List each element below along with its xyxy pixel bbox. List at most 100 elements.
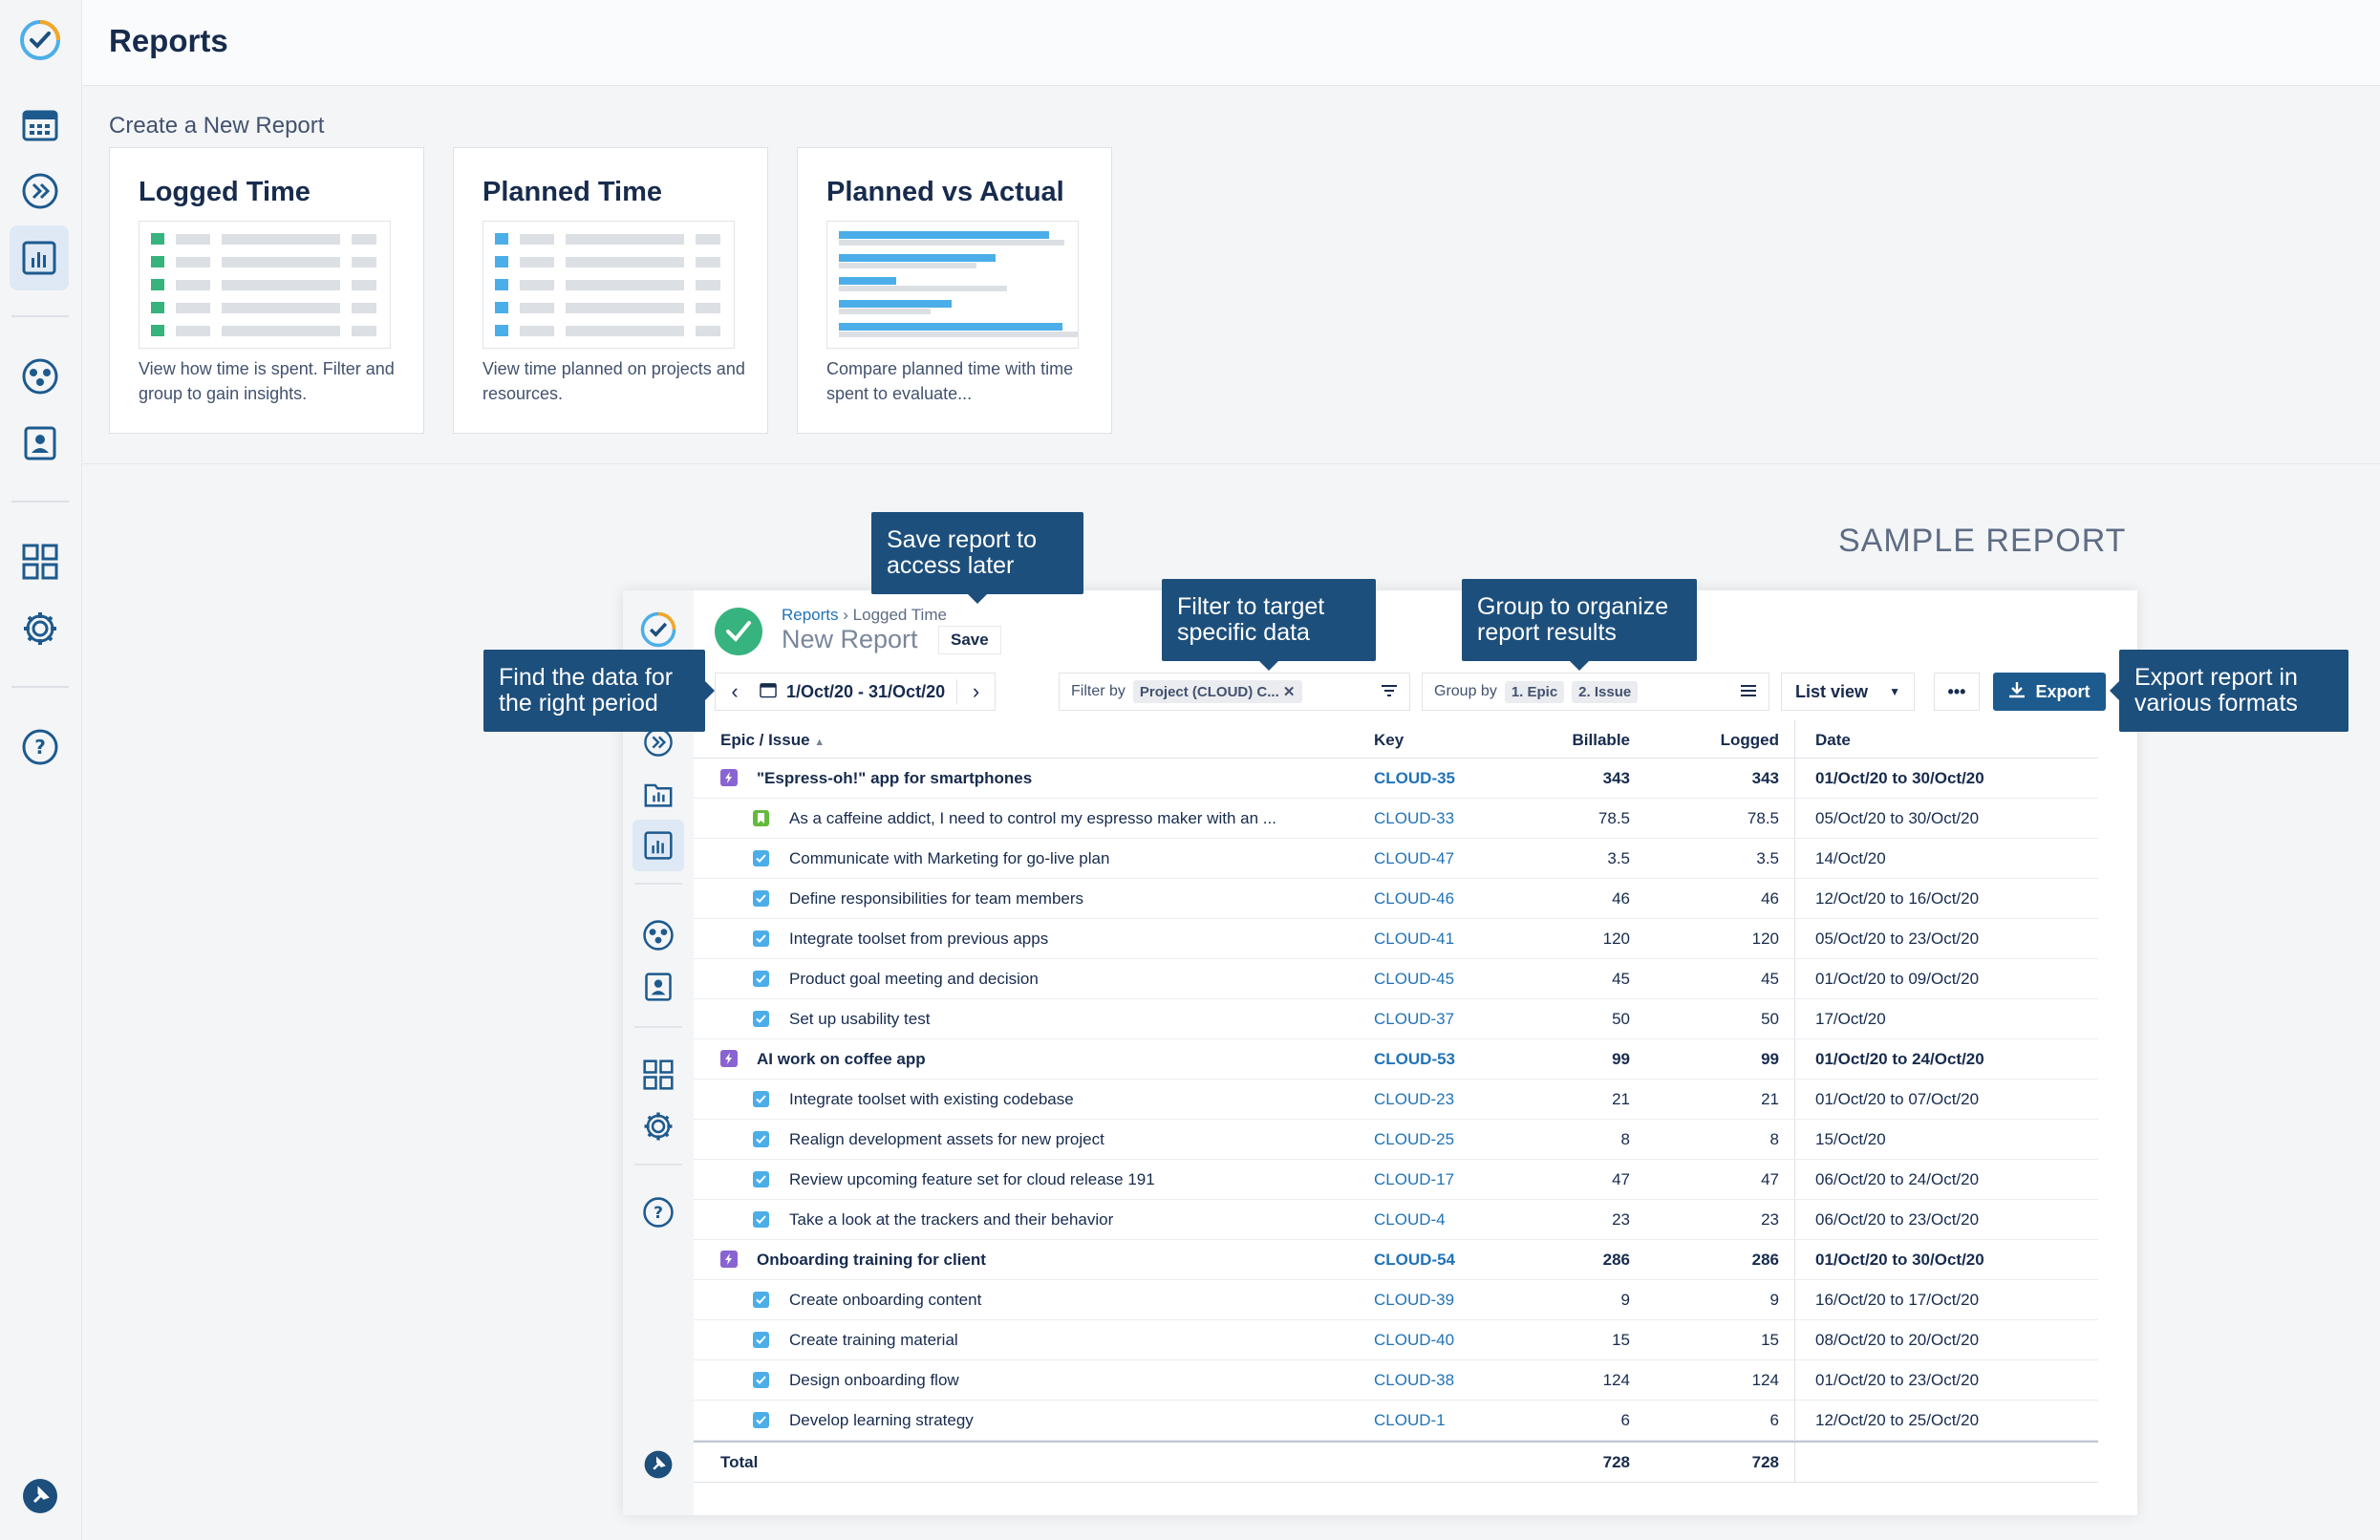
create-report-heading: Create a New Report xyxy=(109,113,325,139)
teams-icon[interactable] xyxy=(638,915,678,955)
issue-row[interactable]: Take a look at the trackers and their be… xyxy=(694,1200,2098,1240)
issue-key-link[interactable]: CLOUD-1 xyxy=(1374,1411,1446,1430)
app-logo-icon[interactable] xyxy=(17,17,63,63)
app-logo-icon[interactable] xyxy=(638,610,678,650)
issue-summary[interactable]: Create onboarding content xyxy=(789,1291,981,1310)
settings-gear-icon[interactable] xyxy=(638,1106,678,1146)
view-selector[interactable]: List view ▼ xyxy=(1781,673,1915,711)
issue-summary[interactable]: As a caffeine addict, I need to control … xyxy=(789,809,1276,828)
issue-key-link[interactable]: CLOUD-4 xyxy=(1374,1210,1446,1230)
next-period-icon[interactable]: › xyxy=(956,679,995,704)
column-header-issue[interactable]: Epic / Issue ▲ xyxy=(720,731,825,750)
remove-filter-icon[interactable]: ✕ xyxy=(1283,684,1296,700)
group-menu-icon[interactable] xyxy=(1740,682,1757,702)
issue-row[interactable]: Product goal meeting and decision CLOUD-4… xyxy=(694,959,2098,999)
issue-summary[interactable]: Product goal meeting and decision xyxy=(789,970,1039,989)
epic-row[interactable]: Onboarding training for client CLOUD-54 28… xyxy=(694,1240,2098,1280)
apps-grid-icon[interactable] xyxy=(638,1055,678,1095)
column-header-billable[interactable]: Billable xyxy=(1506,731,1630,750)
column-header-logged[interactable]: Logged xyxy=(1649,731,1779,750)
issue-summary[interactable]: Create training material xyxy=(789,1331,958,1350)
issue-row[interactable]: Integrate toolset with existing codebase… xyxy=(694,1080,2098,1120)
issue-key-link[interactable]: CLOUD-25 xyxy=(1374,1130,1454,1149)
issue-key-link[interactable]: CLOUD-53 xyxy=(1374,1050,1455,1069)
report-card-planned-vs-actual[interactable]: Planned vs Actual Compare planned time w… xyxy=(797,147,1112,434)
user-profile-icon[interactable] xyxy=(17,420,63,466)
report-card-planned-time[interactable]: Planned Time View time planned on projec… xyxy=(453,147,768,434)
issue-row[interactable]: Define responsibilities for team members… xyxy=(694,879,2098,919)
teams-icon[interactable] xyxy=(17,353,63,399)
issue-row[interactable]: Design onboarding flow CLOUD-38 124 124 01/O… xyxy=(694,1360,2098,1401)
folder-chart-icon[interactable] xyxy=(638,774,678,814)
issue-row[interactable]: Create onboarding content CLOUD-39 9 9 16/Oc… xyxy=(694,1280,2098,1320)
breadcrumb-reports-link[interactable]: Reports xyxy=(782,606,839,624)
group-chip-issue[interactable]: 2. Issue xyxy=(1572,680,1639,703)
group-bar[interactable]: Group by 1. Epic 2. Issue xyxy=(1422,673,1769,711)
issue-row[interactable]: As a caffeine addict, I need to control … xyxy=(694,799,2098,839)
issue-key-link[interactable]: CLOUD-35 xyxy=(1374,769,1455,788)
period-value[interactable]: 1/Oct/20 - 31/Oct/20 xyxy=(786,682,945,702)
issue-row[interactable]: Create training material CLOUD-40 15 15 08/O… xyxy=(694,1320,2098,1360)
issue-row[interactable]: Review upcoming feature set for cloud re… xyxy=(694,1160,2098,1200)
column-header-key[interactable]: Key xyxy=(1374,731,1404,750)
report-card-logged-time[interactable]: Logged Time View how time is spent. Filt… xyxy=(109,147,424,434)
issue-key-link[interactable]: CLOUD-46 xyxy=(1374,889,1454,909)
issue-row[interactable]: Communicate with Marketing for go-live p… xyxy=(694,839,2098,879)
issue-key-link[interactable]: CLOUD-17 xyxy=(1374,1170,1454,1189)
issue-key-link[interactable]: CLOUD-54 xyxy=(1374,1251,1455,1270)
issue-key-link[interactable]: CLOUD-39 xyxy=(1374,1291,1454,1310)
forward-icon[interactable] xyxy=(17,168,63,214)
group-label: Group by xyxy=(1434,683,1497,699)
issue-key-link[interactable]: CLOUD-47 xyxy=(1374,849,1454,868)
report-name[interactable]: New Report xyxy=(782,625,918,654)
settings-gear-icon[interactable] xyxy=(17,606,63,652)
issue-summary[interactable]: Review upcoming feature set for cloud re… xyxy=(789,1170,1155,1189)
epic-row[interactable]: AI work on coffee app CLOUD-53 99 99 01/Oct/… xyxy=(694,1039,2098,1080)
issue-row[interactable]: Develop learning strategy CLOUD-1 6 6 12/Oct… xyxy=(694,1401,2098,1441)
help-icon[interactable]: ? xyxy=(638,1192,678,1232)
view-label: List view xyxy=(1795,681,1869,701)
more-actions-button[interactable]: ••• xyxy=(1934,673,1980,711)
reports-icon[interactable] xyxy=(10,225,69,290)
issue-key-link[interactable]: CLOUD-41 xyxy=(1374,930,1454,949)
column-header-date[interactable]: Date xyxy=(1815,731,1851,750)
pin-icon[interactable] xyxy=(638,1444,678,1485)
issue-summary[interactable]: Define responsibilities for team members xyxy=(789,889,1083,909)
filter-chip[interactable]: Project (CLOUD) C... ✕ xyxy=(1132,680,1302,703)
filter-label: Filter by xyxy=(1071,683,1126,699)
filter-bar[interactable]: Filter by Project (CLOUD) C... ✕ xyxy=(1059,673,1410,711)
calendar-icon[interactable] xyxy=(17,101,63,147)
apps-grid-icon[interactable] xyxy=(17,539,63,585)
reports-icon[interactable] xyxy=(633,820,684,871)
issue-summary[interactable]: "Espress-oh!" app for smartphones xyxy=(757,769,1032,788)
issue-key-link[interactable]: CLOUD-23 xyxy=(1374,1090,1454,1109)
issue-summary[interactable]: AI work on coffee app xyxy=(757,1050,926,1069)
issue-key-link[interactable]: CLOUD-45 xyxy=(1374,970,1454,989)
issue-summary[interactable]: Integrate toolset with existing codebase xyxy=(789,1090,1074,1109)
issue-key-link[interactable]: CLOUD-33 xyxy=(1374,809,1454,828)
user-profile-icon[interactable] xyxy=(638,967,678,1007)
issue-summary[interactable]: Realign development assets for new proje… xyxy=(789,1130,1104,1149)
issue-key-link[interactable]: CLOUD-37 xyxy=(1374,1010,1454,1029)
pin-icon[interactable] xyxy=(17,1473,63,1519)
issue-summary[interactable]: Take a look at the trackers and their be… xyxy=(789,1210,1113,1230)
help-icon[interactable]: ? xyxy=(17,724,63,770)
issue-row[interactable]: Realign development assets for new proje… xyxy=(694,1120,2098,1160)
group-chip-epic[interactable]: 1. Epic xyxy=(1504,680,1565,703)
issue-summary[interactable]: Communicate with Marketing for go-live p… xyxy=(789,849,1109,868)
issue-key-link[interactable]: CLOUD-40 xyxy=(1374,1331,1454,1350)
billable-hours: 23 xyxy=(1612,1210,1630,1229)
epic-row[interactable]: "Espress-oh!" app for smartphones CLOUD-3… xyxy=(694,759,2098,799)
issue-row[interactable]: Integrate toolset from previous apps CLOU… xyxy=(694,919,2098,959)
issue-summary[interactable]: Design onboarding flow xyxy=(789,1371,959,1390)
issue-key-link[interactable]: CLOUD-38 xyxy=(1374,1371,1454,1390)
issue-summary[interactable]: Set up usability test xyxy=(789,1010,930,1029)
issue-summary[interactable]: Develop learning strategy xyxy=(789,1411,974,1430)
previous-period-icon[interactable]: ‹ xyxy=(716,679,754,704)
filter-funnel-icon[interactable] xyxy=(1381,682,1398,702)
export-button[interactable]: Export xyxy=(1993,673,2106,711)
issue-row[interactable]: Set up usability test CLOUD-37 50 50 17/Oct/… xyxy=(694,999,2098,1039)
save-button[interactable]: Save xyxy=(938,626,1001,654)
issue-summary[interactable]: Integrate toolset from previous apps xyxy=(789,930,1048,949)
issue-summary[interactable]: Onboarding training for client xyxy=(757,1251,986,1270)
